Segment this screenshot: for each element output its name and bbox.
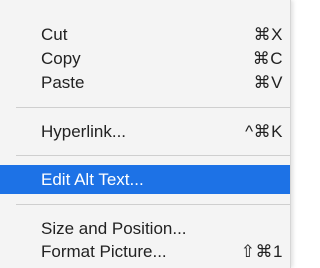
menu-item-label: Hyperlink... — [41, 122, 127, 141]
menu-item-label: Format Picture... — [41, 242, 167, 261]
menu-item-shortcut: ⌘V — [253, 73, 283, 92]
menu-item-label: Paste — [41, 73, 85, 92]
menu-item-paste[interactable]: Paste ⌘V — [0, 68, 290, 97]
menu-separator — [16, 204, 290, 205]
menu-item-shortcut: ^⌘K — [245, 122, 283, 141]
menu-separator — [16, 155, 290, 156]
menu-item-label: Edit Alt Text... — [41, 170, 144, 189]
menu-item-edit-alt-text[interactable]: Edit Alt Text... — [0, 165, 290, 194]
menu-item-shortcut: ⇧⌘1 — [240, 242, 283, 261]
menu-item-hyperlink[interactable]: Hyperlink... ^⌘K — [0, 117, 290, 146]
menu-separator — [16, 107, 290, 108]
context-menu: Cut ⌘X Copy ⌘C Paste ⌘V Hyperlink... ^⌘K… — [0, 0, 291, 268]
menu-item-format-picture[interactable]: Format Picture... ⇧⌘1 — [0, 237, 290, 266]
